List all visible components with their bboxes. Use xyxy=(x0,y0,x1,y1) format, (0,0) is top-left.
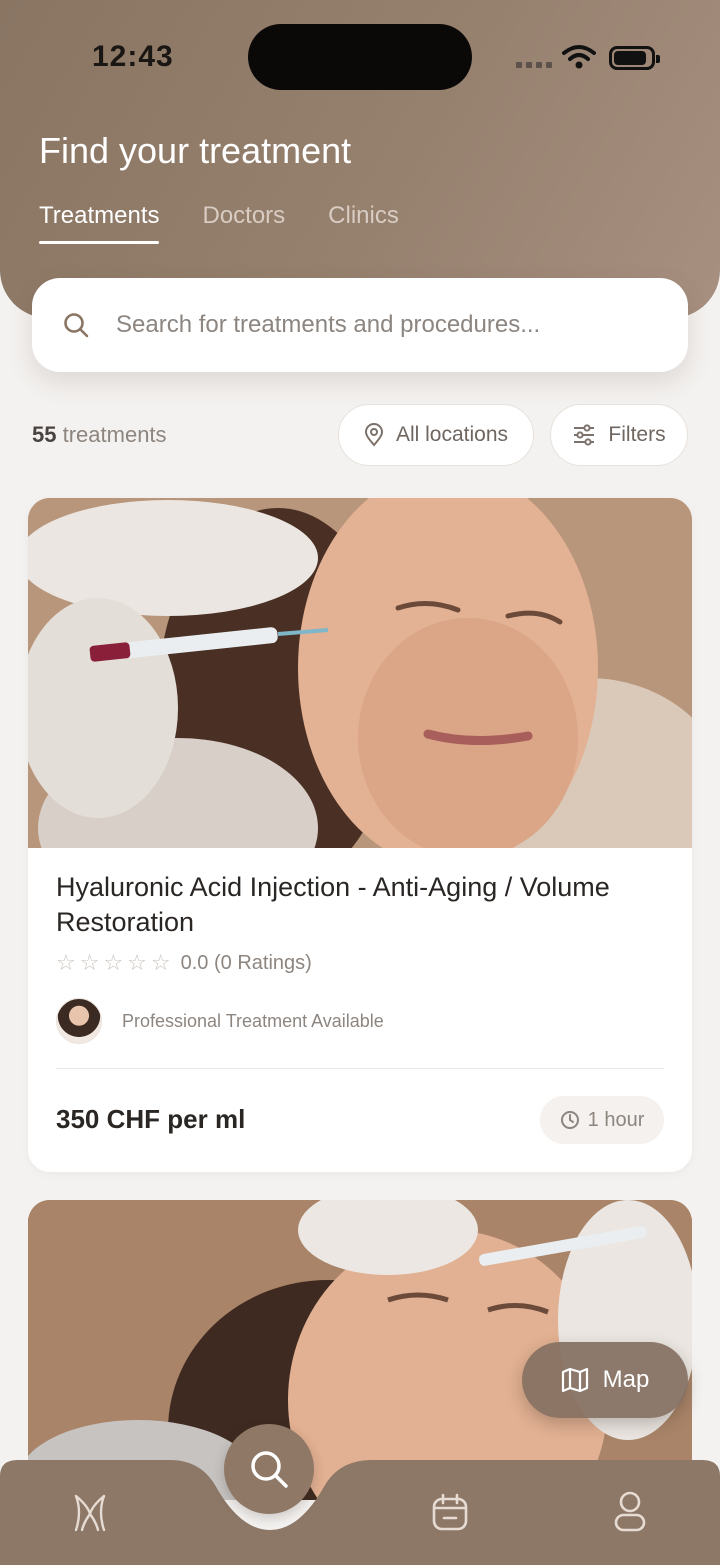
treatment-photo-illustration xyxy=(28,498,692,848)
duration-text: 1 hour xyxy=(587,1108,645,1131)
header: 12:43 Find your treatment Treatments Doc… xyxy=(0,0,720,318)
profile-icon[interactable] xyxy=(611,1490,649,1534)
tab-clinics[interactable]: Clinics xyxy=(328,202,399,244)
search-nav-button[interactable] xyxy=(224,1424,314,1514)
battery-icon xyxy=(609,46,660,70)
search-bar xyxy=(32,278,688,372)
treatment-photo xyxy=(28,498,692,848)
dynamic-island xyxy=(248,24,472,90)
map-label: Map xyxy=(602,1366,650,1393)
calendar-icon[interactable] xyxy=(431,1492,469,1532)
page-title: Find your treatment xyxy=(39,130,352,171)
filters-button[interactable]: Filters xyxy=(550,404,688,466)
price: 350 CHF per ml xyxy=(56,1104,246,1134)
results-row: 55 treatments All locations Filters xyxy=(32,404,688,466)
star-rating-icon: ☆☆☆☆☆ xyxy=(56,950,175,975)
status-time: 12:43 xyxy=(92,40,174,73)
search-icon xyxy=(64,313,89,338)
duration-badge: 1 hour xyxy=(540,1096,664,1144)
tab-treatments[interactable]: Treatments xyxy=(39,202,160,244)
map-icon xyxy=(561,1367,588,1393)
location-pin-icon xyxy=(364,423,383,447)
provider-row: Professional Treatment Available xyxy=(56,998,384,1044)
divider xyxy=(56,1068,664,1069)
results-count-number: 55 xyxy=(32,422,57,447)
all-locations-button[interactable]: All locations xyxy=(338,404,534,466)
results-count: 55 treatments xyxy=(32,422,167,448)
search-input[interactable] xyxy=(116,311,636,339)
wifi-icon xyxy=(562,45,596,69)
all-locations-label: All locations xyxy=(395,423,509,446)
clock-icon xyxy=(560,1111,579,1129)
tab-doctors[interactable]: Doctors xyxy=(202,202,285,244)
treatment-title: Hyaluronic Acid Injection - Anti-Aging /… xyxy=(56,872,610,937)
avatar xyxy=(56,998,102,1044)
tab-bar: Treatments Doctors Clinics xyxy=(39,202,399,244)
map-button[interactable]: Map xyxy=(522,1342,688,1418)
results-count-label: treatments xyxy=(62,422,167,447)
filters-label: Filters xyxy=(608,423,666,446)
rating-text: 0.0 (0 Ratings) xyxy=(180,951,312,974)
treatment-card[interactable]: Hyaluronic Acid Injection - Anti-Aging /… xyxy=(28,498,692,1172)
rating: ☆☆☆☆☆ 0.0 (0 Ratings) xyxy=(56,950,312,976)
provider-text: Professional Treatment Available xyxy=(122,1010,384,1031)
home-icon[interactable] xyxy=(68,1492,112,1534)
search-icon xyxy=(251,1451,288,1488)
signal-icon xyxy=(516,62,552,68)
sliders-icon xyxy=(574,424,595,446)
